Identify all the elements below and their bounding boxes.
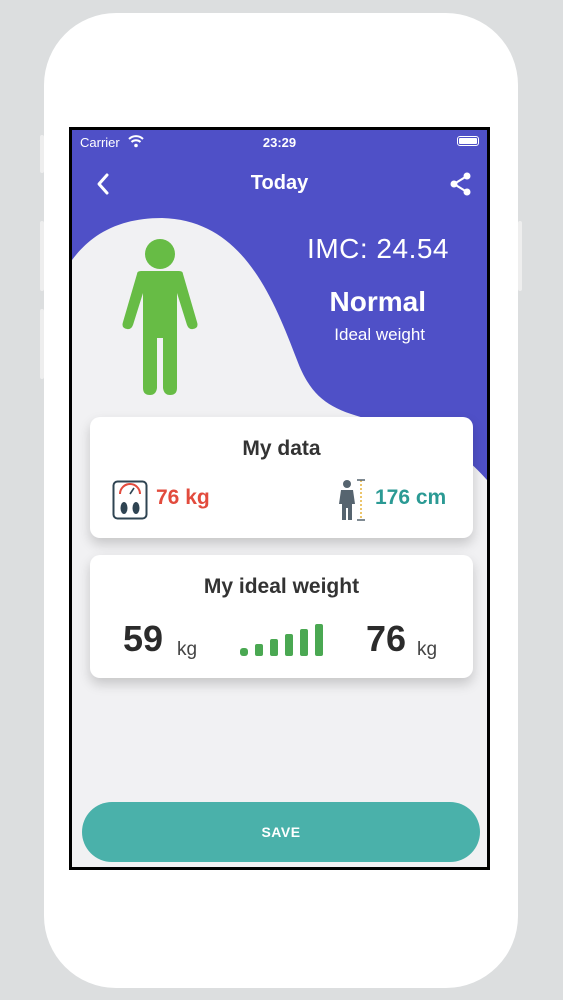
scale-icon bbox=[112, 480, 148, 520]
bmi-status-subtitle: Ideal weight bbox=[334, 325, 425, 344]
volume-down-button bbox=[40, 309, 44, 379]
current-weight: 76 kg bbox=[156, 486, 210, 509]
ideal-weight-card: My ideal weight 59 kg 76 kg bbox=[90, 555, 473, 678]
clock: 23:29 bbox=[262, 135, 297, 150]
share-button[interactable] bbox=[447, 170, 475, 198]
bmi-status: Normal bbox=[329, 286, 426, 317]
signal-bars-icon bbox=[240, 624, 323, 656]
my-data-card: My data 76 kg 176 cm bbox=[90, 417, 473, 538]
current-height: 176 cm bbox=[375, 486, 447, 509]
ideal-weight-min-unit: kg bbox=[177, 639, 198, 660]
phone-screen: Carrier 23:29 Today IMC: 24.54 Normal Id… bbox=[69, 127, 490, 870]
mute-switch bbox=[40, 135, 44, 173]
volume-up-button bbox=[40, 221, 44, 291]
imc-value: IMC: 24.54 bbox=[307, 233, 449, 264]
page-title: Today bbox=[250, 172, 309, 194]
ideal-weight-min: 59 bbox=[123, 618, 164, 659]
battery-icon bbox=[457, 136, 479, 146]
ideal-weight-max: 76 bbox=[366, 618, 407, 659]
share-icon bbox=[450, 172, 471, 196]
ideal-weight-title: My ideal weight bbox=[203, 575, 360, 598]
save-button[interactable]: SAVE bbox=[82, 802, 480, 862]
height-icon bbox=[339, 479, 365, 521]
my-data-title: My data bbox=[242, 437, 321, 460]
power-button bbox=[518, 221, 522, 291]
body-figure-icon bbox=[122, 239, 198, 395]
status-bar: Carrier 23:29 bbox=[72, 133, 487, 153]
ideal-weight-max-unit: kg bbox=[417, 639, 438, 660]
app-view: Carrier 23:29 Today IMC: 24.54 Normal Id… bbox=[72, 130, 487, 867]
